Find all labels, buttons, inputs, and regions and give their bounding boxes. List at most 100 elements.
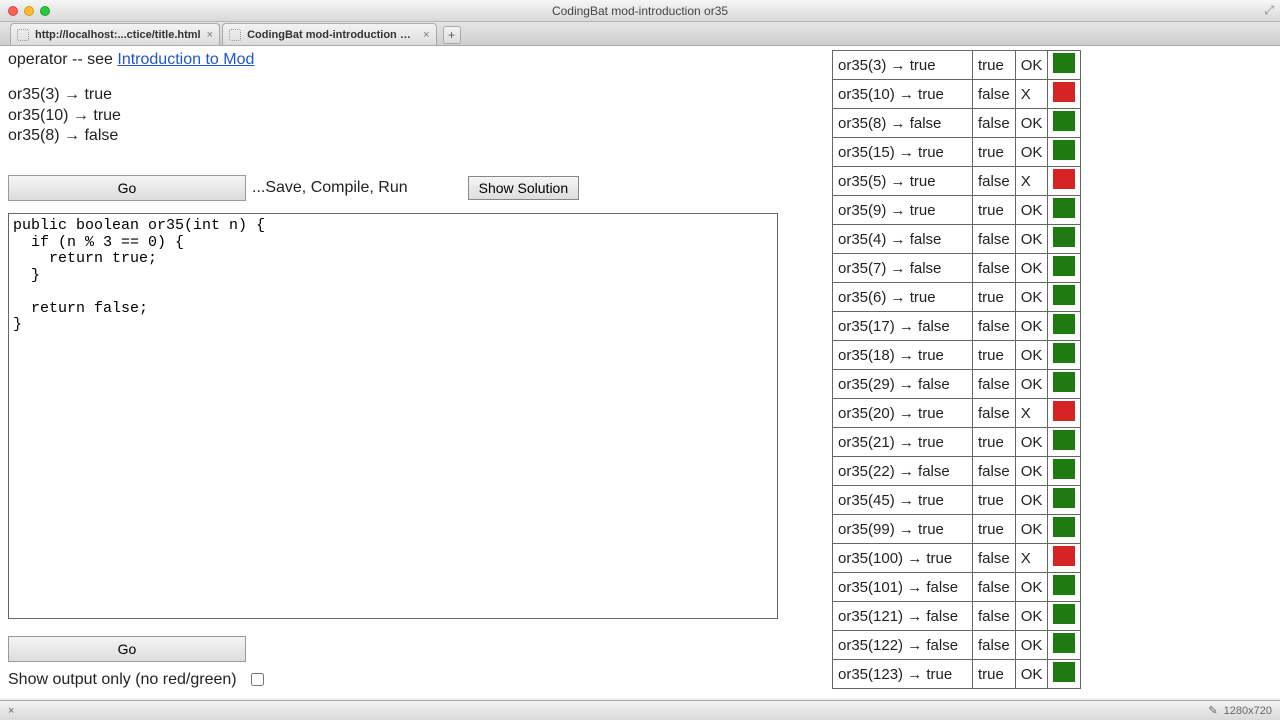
result-swatch (1048, 457, 1081, 486)
problem-desc-text: operator -- see (8, 51, 117, 68)
result-got: true (973, 660, 1016, 689)
result-call: or35(8) → false (833, 109, 973, 138)
result-row: or35(10) → truefalseX (833, 80, 1081, 109)
example-line: or35(10) → true (8, 106, 808, 127)
intro-to-mod-link[interactable]: Introduction to Mod (117, 51, 254, 68)
result-got: false (973, 602, 1016, 631)
close-icon[interactable]: × (207, 29, 213, 41)
result-call: or35(4) → false (833, 225, 973, 254)
result-call: or35(122) → false (833, 631, 973, 660)
window-zoom-icon[interactable] (40, 6, 50, 16)
code-editor[interactable] (8, 213, 778, 619)
result-row: or35(8) → falsefalseOK (833, 109, 1081, 138)
page-content: operator -- see Introduction to Mod or35… (0, 46, 1280, 698)
window-title: CodingBat mod-introduction or35 (0, 4, 1280, 18)
result-swatch (1048, 109, 1081, 138)
show-output-checkbox[interactable] (251, 673, 264, 686)
result-row: or35(18) → truetrueOK (833, 341, 1081, 370)
result-got: false (973, 399, 1016, 428)
result-mark: X (1015, 399, 1048, 428)
result-mark: OK (1015, 51, 1048, 80)
result-got: true (973, 486, 1016, 515)
result-got: true (973, 428, 1016, 457)
result-row: or35(4) → falsefalseOK (833, 225, 1081, 254)
problem-description: operator -- see Introduction to Mod (8, 50, 808, 71)
result-mark: OK (1015, 457, 1048, 486)
result-got: true (973, 341, 1016, 370)
result-mark: X (1015, 80, 1048, 109)
result-swatch (1048, 370, 1081, 399)
result-call: or35(6) → true (833, 283, 973, 312)
result-call: or35(121) → false (833, 602, 973, 631)
tab-label: CodingBat mod-introduction or... (247, 29, 417, 41)
result-swatch (1048, 312, 1081, 341)
result-row: or35(100) → truefalseX (833, 544, 1081, 573)
result-mark: OK (1015, 225, 1048, 254)
result-got: false (973, 312, 1016, 341)
result-row: or35(21) → truetrueOK (833, 428, 1081, 457)
result-call: or35(45) → true (833, 486, 973, 515)
result-swatch (1048, 167, 1081, 196)
window-traffic-lights (0, 6, 50, 16)
close-icon[interactable]: × (423, 29, 429, 41)
result-row: or35(122) → falsefalseOK (833, 631, 1081, 660)
result-row: or35(5) → truefalseX (833, 167, 1081, 196)
result-got: true (973, 515, 1016, 544)
window-expand-icon[interactable]: ⤢ (1264, 3, 1274, 18)
result-got: true (973, 283, 1016, 312)
result-swatch (1048, 225, 1081, 254)
status-close[interactable]: × (8, 705, 14, 717)
result-swatch (1048, 341, 1081, 370)
result-call: or35(7) → false (833, 254, 973, 283)
results-table: or35(3) → truetrueOKor35(10) → truefalse… (832, 50, 1081, 689)
result-mark: OK (1015, 660, 1048, 689)
result-row: or35(123) → truetrueOK (833, 660, 1081, 689)
window-minimize-icon[interactable] (24, 6, 34, 16)
result-mark: OK (1015, 573, 1048, 602)
result-got: false (973, 254, 1016, 283)
status-right: ✎ 1280x720 (1208, 704, 1272, 717)
result-call: or35(99) → true (833, 515, 973, 544)
result-mark: OK (1015, 515, 1048, 544)
result-got: true (973, 138, 1016, 167)
result-mark: OK (1015, 428, 1048, 457)
go-button-bottom[interactable]: Go (8, 636, 246, 662)
example-line: or35(3) → true (8, 85, 808, 106)
result-call: or35(101) → false (833, 573, 973, 602)
result-call: or35(100) → true (833, 544, 973, 573)
result-swatch (1048, 399, 1081, 428)
result-got: false (973, 225, 1016, 254)
controls-row: Go ...Save, Compile, Run Show Solution (8, 175, 808, 201)
window-titlebar: CodingBat mod-introduction or35 ⤢ (0, 0, 1280, 22)
result-got: false (973, 109, 1016, 138)
go-button[interactable]: Go (8, 175, 246, 201)
result-swatch (1048, 515, 1081, 544)
result-mark: OK (1015, 254, 1048, 283)
result-got: false (973, 631, 1016, 660)
show-solution-button[interactable]: Show Solution (468, 176, 580, 200)
result-swatch (1048, 138, 1081, 167)
new-tab-button[interactable]: + (443, 26, 461, 44)
result-mark: OK (1015, 370, 1048, 399)
result-call: or35(18) → true (833, 341, 973, 370)
result-mark: OK (1015, 138, 1048, 167)
result-mark: OK (1015, 109, 1048, 138)
result-call: or35(3) → true (833, 51, 973, 80)
result-swatch (1048, 602, 1081, 631)
result-got: false (973, 544, 1016, 573)
result-call: or35(20) → true (833, 399, 973, 428)
result-mark: X (1015, 167, 1048, 196)
result-row: or35(29) → falsefalseOK (833, 370, 1081, 399)
result-swatch (1048, 51, 1081, 80)
result-got: false (973, 370, 1016, 399)
result-row: or35(22) → falsefalseOK (833, 457, 1081, 486)
result-mark: OK (1015, 283, 1048, 312)
tab-localhost[interactable]: http://localhost:...ctice/title.html × (10, 23, 220, 45)
result-got: false (973, 167, 1016, 196)
result-row: or35(99) → truetrueOK (833, 515, 1081, 544)
results-pane: or35(3) → truetrueOKor35(10) → truefalse… (832, 50, 1252, 717)
result-swatch (1048, 660, 1081, 689)
window-close-icon[interactable] (8, 6, 18, 16)
tab-codingbat[interactable]: CodingBat mod-introduction or... × (222, 23, 436, 45)
show-output-label: Show output only (no red/green) (8, 671, 237, 689)
